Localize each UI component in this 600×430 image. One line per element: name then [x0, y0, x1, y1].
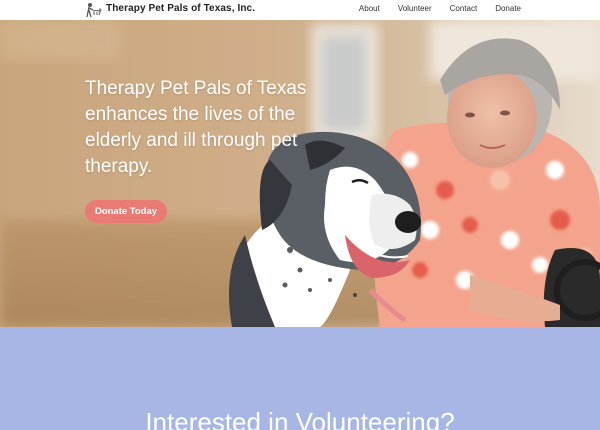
volunteer-heading: Interested in Volunteering?	[145, 407, 455, 430]
site-header: Therapy Pet Pals of Texas, Inc. About Vo…	[0, 0, 600, 20]
site-title[interactable]: Therapy Pet Pals of Texas, Inc.	[106, 3, 255, 14]
donate-today-button[interactable]: Donate Today	[85, 200, 167, 223]
hero-banner: Therapy Pet Pals of Texas enhances the l…	[0, 20, 600, 327]
main-nav: About Volunteer Contact Donate	[341, 4, 521, 13]
nav-item-donate[interactable]: Donate	[495, 4, 521, 13]
dog-walker-logo-icon[interactable]	[85, 2, 102, 18]
nav-item-contact[interactable]: Contact	[450, 4, 478, 13]
nav-item-volunteer[interactable]: Volunteer	[398, 4, 432, 13]
nav-item-about[interactable]: About	[359, 4, 380, 13]
hero-headline: Therapy Pet Pals of Texas enhances the l…	[85, 78, 307, 177]
volunteer-section: Interested in Volunteering?	[0, 327, 600, 430]
